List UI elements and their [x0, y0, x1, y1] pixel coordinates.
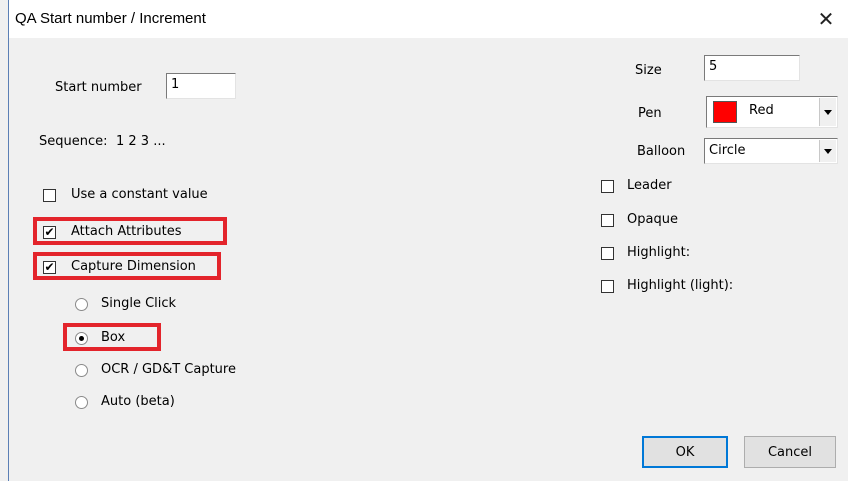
pen-label: Pen — [638, 106, 662, 121]
radio-ocr-gdt-capture[interactable] — [75, 364, 88, 377]
title-bar: QA Start number / Increment ✕ — [9, 0, 848, 38]
auto-beta-label: Auto (beta) — [101, 394, 175, 409]
single-click-label: Single Click — [101, 296, 177, 311]
capture-dimension-label: Capture Dimension — [71, 259, 196, 274]
start-number-label: Start number — [55, 80, 142, 95]
pen-select[interactable]: Red — [706, 96, 838, 128]
close-icon[interactable]: ✕ — [803, 0, 848, 38]
capture-dimension-checkbox[interactable]: ✔ — [43, 261, 56, 274]
dialog-window: QA Start number / Increment ✕ Start numb… — [8, 0, 848, 481]
ocr-gdt-capture-label: OCR / GD&T Capture — [101, 362, 236, 377]
highlight-light-label: Highlight (light): — [627, 278, 734, 293]
chevron-down-icon[interactable] — [819, 98, 836, 126]
balloon-label: Balloon — [637, 144, 686, 159]
pen-color-swatch — [713, 101, 737, 123]
pen-value: Red — [749, 103, 774, 118]
sequence-label: Sequence: — [39, 134, 108, 149]
highlight-checkbox[interactable] — [601, 247, 614, 260]
balloon-select[interactable]: Circle — [704, 138, 838, 164]
attach-attributes-checkbox[interactable]: ✔ — [43, 226, 56, 239]
leader-label: Leader — [627, 178, 672, 193]
start-number-input[interactable]: 1 — [166, 73, 236, 99]
size-input[interactable]: 5 — [704, 55, 800, 81]
constant-value-label: Use a constant value — [71, 187, 208, 202]
highlight-label: Highlight: — [627, 245, 691, 260]
cancel-button[interactable]: Cancel — [744, 436, 836, 468]
sequence-value: 1 2 3 ... — [116, 134, 166, 149]
radio-auto-beta[interactable] — [75, 396, 88, 409]
ok-button[interactable]: OK — [642, 436, 728, 468]
chevron-down-icon[interactable] — [819, 140, 836, 162]
window-title: QA Start number / Increment — [15, 10, 206, 27]
size-label: Size — [635, 63, 662, 78]
box-label: Box — [101, 330, 126, 345]
constant-value-checkbox[interactable] — [43, 189, 56, 202]
radio-single-click[interactable] — [75, 298, 88, 311]
opaque-label: Opaque — [627, 212, 678, 227]
attach-attributes-label: Attach Attributes — [71, 224, 182, 239]
opaque-checkbox[interactable] — [601, 214, 614, 227]
highlight-light-checkbox[interactable] — [601, 280, 614, 293]
balloon-value: Circle — [709, 143, 746, 158]
radio-box[interactable] — [75, 332, 88, 345]
leader-checkbox[interactable] — [601, 180, 614, 193]
